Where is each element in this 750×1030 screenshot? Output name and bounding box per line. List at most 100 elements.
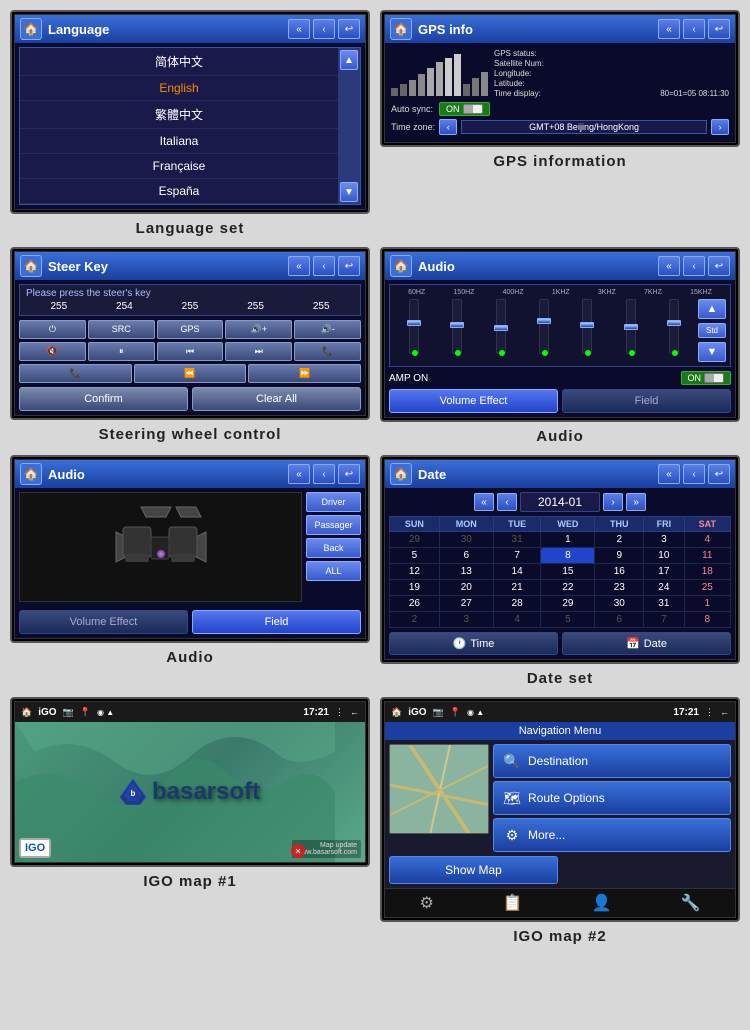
language-nav-prev[interactable]: ‹ [313,19,335,39]
eq-thumb-4[interactable] [580,322,594,328]
steer-confirm-btn[interactable]: Confirm [19,387,188,411]
igo2-back-icon[interactable]: ← [720,707,729,717]
nav-bottom-list-icon[interactable]: 📋 [503,893,523,913]
seats-field-btn[interactable]: Field [192,610,361,634]
language-nav-back[interactable]: ↩ [338,19,360,39]
igo2-menu-icon[interactable]: ⋮ [705,707,714,718]
eq-track-5[interactable] [626,299,636,354]
audio-eq-home-btn[interactable]: 🏠 [390,255,412,277]
cal-day-4-5[interactable]: 31 [644,596,684,612]
eq-down-btn[interactable]: ▼ [698,342,726,362]
cal-day-1-1[interactable]: 6 [439,548,493,564]
seats-voleffect-btn[interactable]: Volume Effect [19,610,188,634]
cal-day-5-2[interactable]: 4 [493,612,541,628]
eq-thumb-1[interactable] [450,322,464,328]
driver-btn[interactable]: Driver [306,492,361,512]
eq-track-4[interactable] [582,299,592,354]
eq-std-btn[interactable]: Std [698,323,726,338]
cal-next-btn[interactable]: › [603,493,623,511]
eq-track-0[interactable] [409,299,419,354]
cal-day-3-4[interactable]: 23 [595,580,644,596]
cal-day-1-0[interactable]: 5 [390,548,440,564]
steer-btn-gps[interactable]: GPS [157,320,224,339]
cal-day-1-3[interactable]: 8 [541,548,595,564]
cal-day-4-0[interactable]: 26 [390,596,440,612]
lang-item-2[interactable]: 繁體中文 [20,101,338,129]
eq-thumb-0[interactable] [407,320,421,326]
cal-day-3-5[interactable]: 24 [644,580,684,596]
date-nav-p[interactable]: ‹ [683,464,705,484]
cal-day-3-2[interactable]: 21 [493,580,541,596]
scroll-up-btn[interactable]: ▲ [340,50,358,70]
eq-thumb-3[interactable] [537,318,551,324]
steer-btn-next[interactable]: ⏭ [225,342,292,361]
igo1-back-icon[interactable]: ← [350,707,359,717]
steer-btn-vol-down[interactable]: 🔊- [294,320,361,339]
nav-routeoptions-btn[interactable]: 🗺 Route Options [493,781,731,815]
lang-item-3[interactable]: Italiana [20,129,338,154]
language-home-btn[interactable]: 🏠 [20,18,42,40]
cal-day-2-1[interactable]: 13 [439,564,493,580]
cal-day-4-6[interactable]: 1 [684,596,730,612]
date-home-btn[interactable]: 🏠 [390,463,412,485]
igo1-menu-icon[interactable]: ⋮ [335,707,344,718]
igo1-close-btn[interactable]: ✕ [291,844,305,858]
cal-day-0-4[interactable]: 2 [595,532,644,548]
gps-home-btn[interactable]: 🏠 [390,18,412,40]
lang-item-1[interactable]: English [20,76,338,101]
lang-item-4[interactable]: Française [20,154,338,179]
cal-day-5-3[interactable]: 5 [541,612,595,628]
eq-thumb-6[interactable] [667,320,681,326]
cal-day-4-3[interactable]: 29 [541,596,595,612]
cal-day-3-1[interactable]: 20 [439,580,493,596]
cal-day-3-6[interactable]: 25 [684,580,730,596]
date-btn[interactable]: 📅 Date [562,632,731,655]
audio-eq-nav-p[interactable]: ‹ [683,256,705,276]
date-nav-pp[interactable]: « [658,464,680,484]
cal-day-2-6[interactable]: 18 [684,564,730,580]
gps-autosync-toggle[interactable]: ON [439,102,490,116]
steer-btn-ffw[interactable]: ⏩ [248,364,361,383]
igo2-home-icon[interactable]: 🏠 [391,707,402,718]
nav-bottom-settings-icon[interactable]: ⚙ [419,893,433,913]
tz-prev-btn[interactable]: ‹ [439,119,457,135]
audio-seats-nav-back[interactable]: ↩ [338,464,360,484]
cal-day-0-6[interactable]: 4 [684,532,730,548]
time-btn[interactable]: 🕐 Time [389,632,558,655]
cal-day-0-1[interactable]: 30 [439,532,493,548]
cal-day-1-4[interactable]: 9 [595,548,644,564]
steer-nav-pp[interactable]: « [288,256,310,276]
steer-home-btn[interactable]: 🏠 [20,255,42,277]
audio-seats-nav-p[interactable]: ‹ [313,464,335,484]
eq-track-1[interactable] [452,299,462,354]
lang-item-5[interactable]: España [20,179,338,204]
cal-day-5-5[interactable]: 7 [644,612,684,628]
cal-day-5-6[interactable]: 8 [684,612,730,628]
cal-day-1-6[interactable]: 11 [684,548,730,564]
cal-day-5-4[interactable]: 6 [595,612,644,628]
audio-eq-nav-back[interactable]: ↩ [708,256,730,276]
cal-day-2-5[interactable]: 17 [644,564,684,580]
igo1-home-icon[interactable]: 🏠 [21,707,32,718]
steer-nav-back[interactable]: ↩ [338,256,360,276]
eq-thumb-2[interactable] [494,325,508,331]
language-nav-prev-prev[interactable]: « [288,19,310,39]
cal-day-0-3[interactable]: 1 [541,532,595,548]
nav-bottom-user-icon[interactable]: 👤 [592,893,612,913]
steer-btn-rew[interactable]: ⏪ [134,364,247,383]
cal-day-1-2[interactable]: 7 [493,548,541,564]
audio-voleffect-btn[interactable]: Volume Effect [389,389,558,413]
cal-prev-prev-btn[interactable]: « [474,493,494,511]
audio-seats-nav-pp[interactable]: « [288,464,310,484]
cal-day-2-4[interactable]: 16 [595,564,644,580]
eq-track-3[interactable] [539,299,549,354]
nav-destination-btn[interactable]: 🔍 Destination [493,744,731,778]
cal-day-5-1[interactable]: 3 [439,612,493,628]
steer-btn-power[interactable]: ⏻ [19,320,86,339]
cal-day-3-0[interactable]: 19 [390,580,440,596]
steer-btn-pause[interactable]: ⏸ [88,342,155,361]
gps-nav-back[interactable]: ↩ [708,19,730,39]
audio-seats-home-btn[interactable]: 🏠 [20,463,42,485]
eq-track-2[interactable] [496,299,506,354]
cal-day-4-1[interactable]: 27 [439,596,493,612]
